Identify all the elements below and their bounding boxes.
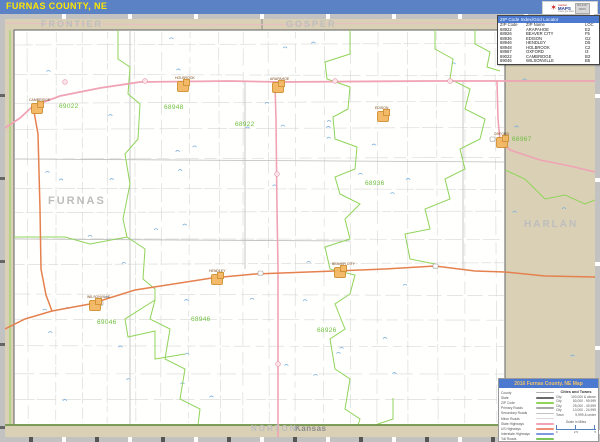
scale-bar-line <box>556 425 596 430</box>
town-name-label: BEAVER CITY <box>332 262 355 266</box>
legend-line-label: Primary Roads <box>501 406 523 410</box>
town-name-label: EDISON <box>375 106 388 110</box>
zip-name-cell: WILSONVILLE <box>526 59 585 64</box>
legend-line-swatch <box>536 392 554 393</box>
legend-line-label: ZIP Code <box>501 401 515 405</box>
zip-table-body: 68922ARAPAHOEE268926BEAVER CITYF568936ED… <box>498 28 599 64</box>
town-name-label: WILSONVILLE <box>87 295 110 299</box>
town-marker <box>496 137 508 148</box>
legend-city-item: Town 9,999 & under <box>556 413 596 417</box>
scale-tick-value: 0 <box>556 430 558 434</box>
town-name-label: HENDLEY <box>209 269 226 273</box>
zip-code-label: 69022 <box>59 103 79 110</box>
town-name-label: OXFORD <box>494 132 509 136</box>
legend-line-label: Toll Roads <box>501 437 516 441</box>
legend-city-items: City100,000 & aboveCity50,000 - 99,999Ci… <box>556 395 596 417</box>
legend-line-label: US Highways <box>501 427 521 431</box>
legend-line-item: Toll Roads <box>501 437 554 442</box>
town-name-label: ARAPAHOE <box>270 77 289 81</box>
town-name-label: CAMBRIDGE <box>29 98 50 102</box>
county-name-label: HARLAN <box>524 219 578 230</box>
logo-side-box: SOLD BY MAPS <box>575 3 590 14</box>
legend-line-label: Minor Roads <box>501 417 520 421</box>
legend-line-swatch <box>536 433 554 435</box>
county-name-label: NORTON <box>251 424 298 433</box>
legend-line-swatch <box>536 438 554 440</box>
title-bar: FURNAS COUNTY, NE ✶ market MAPS maps-gis… <box>0 0 600 14</box>
legend-line-label: Secondary Roads <box>501 411 527 415</box>
town-marker <box>31 103 43 114</box>
zip-code-label: 69046 <box>97 319 117 326</box>
legend-line-label: County <box>501 391 511 395</box>
legend-line-label: Interstate Highways <box>501 432 530 436</box>
zip-table-row: 69046WILSONVILLEB5 <box>498 59 599 64</box>
town-marker <box>89 300 101 311</box>
legend-right-column: Cities and Towns City100,000 & aboveCity… <box>554 390 596 442</box>
legend-line-swatch <box>536 428 554 430</box>
cities-towns-header: Cities and Towns <box>556 390 596 394</box>
city-pop-range: 9,999 & under <box>575 413 596 417</box>
scale-label: Scale in Miles <box>556 420 596 424</box>
zip-code-label: 68922 <box>235 121 255 128</box>
scale-tick-value: 5 <box>594 430 596 434</box>
logo-star-icon: ✶ <box>550 4 557 12</box>
town-marker <box>272 82 284 93</box>
town-marker <box>334 267 346 278</box>
city-type-label: Town <box>556 413 564 417</box>
town-name-label: HOLBROOK <box>175 76 195 80</box>
town-marker <box>177 81 189 92</box>
logo-tagline: maps-gis-data <box>558 10 574 13</box>
county-name-label: GOSPER <box>286 19 337 29</box>
legend-line-label: State <box>501 396 509 400</box>
zip-code-cell: 69046 <box>500 59 526 64</box>
legend-body: CountyStateZIP CodePrimary RoadsSecondar… <box>499 388 598 442</box>
legend-line-swatch <box>536 413 554 414</box>
legend-line-items: CountyStateZIP CodePrimary RoadsSecondar… <box>501 390 554 442</box>
scale-bar: Scale in Miles 02.55 <box>556 420 596 434</box>
oxford-highway <box>497 81 595 172</box>
scale-tick-value: 2.5 <box>574 430 578 434</box>
map-title: FURNAS COUNTY, NE <box>6 1 107 11</box>
county-name-label: FURNAS <box>48 195 106 207</box>
legend-line-label: State Highways <box>501 422 524 426</box>
map-canvas <box>5 19 595 437</box>
zip-code-label: 68936 <box>365 180 385 187</box>
scale-ticks: 02.55 <box>556 430 596 434</box>
town-marker <box>377 111 389 122</box>
legend-line-swatch <box>536 407 554 408</box>
zip-code-label: 68926 <box>317 327 337 334</box>
zip-code-label: 68948 <box>164 104 184 111</box>
county-name-label: FRONTIER <box>41 19 103 29</box>
legend-line-swatch <box>536 423 554 425</box>
furnas-county-boundary <box>14 30 505 425</box>
zip-code-label: 68946 <box>191 316 211 323</box>
legend-title: 2016 Furnas County, NE Map <box>499 379 598 388</box>
grid-loc-cell: B5 <box>585 59 597 64</box>
map-legend: 2016 Furnas County, NE Map CountyStateZI… <box>498 378 599 442</box>
legend-line-swatch <box>536 402 554 403</box>
state-name-label: Kansas <box>295 424 326 433</box>
legend-line-swatch <box>536 418 554 419</box>
zip-code-label: 68967 <box>512 136 532 143</box>
county-map: FRONTIER GOSPER HARLAN FURNAS NORTONKansas 69… <box>5 19 595 437</box>
town-marker <box>211 274 223 285</box>
zip-index-table: ZIP Code Index/Grid Locator ZIP Code ZIP… <box>497 15 600 65</box>
legend-line-swatch <box>536 397 554 399</box>
logo-text: market MAPS maps-gis-data <box>558 4 574 13</box>
marketmaps-logo: ✶ market MAPS maps-gis-data SOLD BY MAPS <box>542 1 598 15</box>
